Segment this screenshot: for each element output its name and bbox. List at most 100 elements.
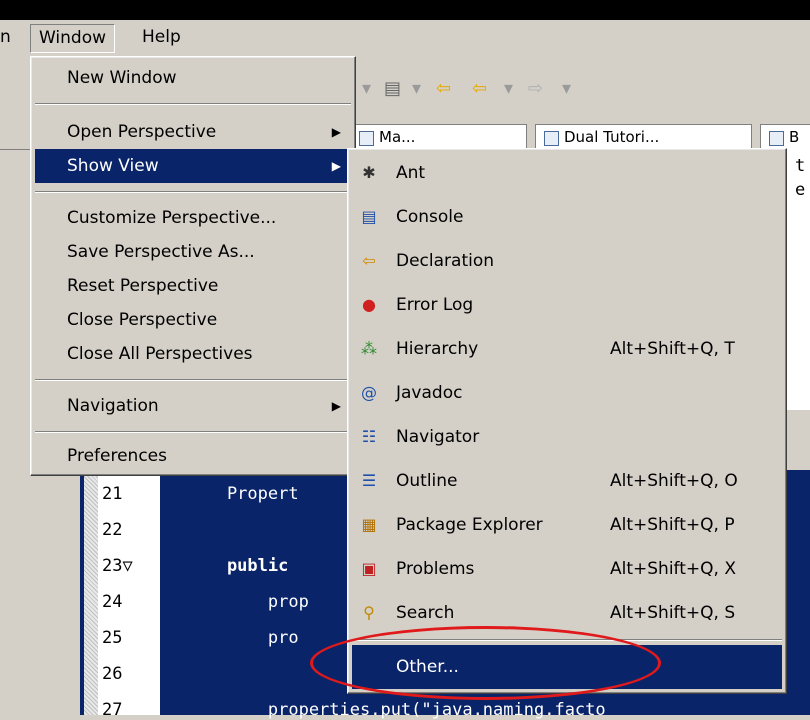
side-panel-area — [0, 470, 80, 715]
menu-item-shortcut: Alt+Shift+Q, P — [610, 515, 735, 535]
code-line: prop — [186, 592, 309, 612]
menu-item-label: Reset Perspective — [67, 276, 219, 296]
view-item-declaration[interactable]: ⇦ Declaration — [352, 239, 782, 283]
menu-separator — [35, 379, 351, 381]
menu-item-shortcut: Alt+Shift+Q, X — [610, 559, 736, 579]
package-explorer-icon: ▦ — [361, 515, 377, 534]
menu-item-show-view[interactable]: Show View ▶ — [35, 149, 351, 183]
menu-item-shortcut: Alt+Shift+Q, O — [610, 471, 738, 491]
toolbar-dropdown-icon[interactable]: ▾ — [504, 78, 513, 99]
menu-item-shortcut: Alt+Shift+Q, S — [610, 603, 736, 623]
view-item-error-log[interactable]: ● Error Log — [352, 283, 782, 327]
menu-item-save-perspective-as[interactable]: Save Perspective As... — [35, 235, 351, 269]
menu-item-label: Outline — [396, 471, 458, 491]
tab-view[interactable]: B — [760, 124, 810, 151]
menu-item-label: Problems — [396, 559, 475, 579]
submenu-arrow-icon: ▶ — [331, 159, 341, 173]
menu-item-navigation[interactable]: Navigation ▶ — [35, 389, 351, 423]
menu-item-label: Save Perspective As... — [67, 242, 255, 262]
view-item-javadoc[interactable]: @ Javadoc — [352, 371, 782, 415]
tab-label: Ma... — [379, 128, 416, 146]
menu-item-label: Navigation — [67, 396, 159, 416]
code-line: public — [186, 556, 299, 576]
menu-item-close-all-perspectives[interactable]: Close All Perspectives — [35, 337, 351, 371]
outline-icon: ☰ — [361, 471, 377, 490]
code-line: Propert — [186, 484, 299, 504]
view-item-console[interactable]: ▤ Console — [352, 195, 782, 239]
toolbar-annotation-icon[interactable]: ▤ — [384, 78, 401, 99]
menu-item-label: Show View — [67, 156, 159, 176]
tab-label: Dual Tutori... — [564, 128, 660, 146]
menu-item-label: Error Log — [396, 295, 474, 315]
menu-item-label: Ant — [396, 163, 426, 183]
view-tab-icon — [359, 131, 374, 146]
line-number: 25 — [102, 628, 123, 648]
menu-item-label: Declaration — [396, 251, 495, 271]
menu-bar: n Window Help — [0, 20, 810, 56]
menu-item-label: Package Explorer — [396, 515, 543, 535]
line-number: 21 — [102, 484, 123, 504]
code-line: pro — [186, 628, 299, 648]
menu-item-customize-perspective[interactable]: Customize Perspective... — [35, 201, 351, 235]
menu-item-preferences[interactable]: Preferences — [35, 439, 351, 473]
menu-item-label: Javadoc — [396, 383, 463, 403]
window-menu: New Window Open Perspective ▶ Show View … — [30, 56, 356, 476]
line-number: 22 — [102, 520, 123, 540]
code-fragment: e — [795, 180, 806, 200]
last-edit-location-icon[interactable]: ⇦ — [436, 78, 451, 99]
view-item-package-explorer[interactable]: ▦ Package Explorer Alt+Shift+Q, P — [352, 503, 782, 547]
menu-window[interactable]: Window — [30, 24, 116, 53]
view-item-outline[interactable]: ☰ Outline Alt+Shift+Q, O — [352, 459, 782, 503]
menu-item-label: Preferences — [67, 446, 167, 466]
toolbar-dropdown-icon[interactable]: ▾ — [412, 78, 421, 99]
code-line: properties.put("java.naming.facto — [186, 700, 606, 720]
toolbar-dropdown-icon[interactable]: ▾ — [362, 78, 371, 99]
editor-gutter — [84, 470, 98, 715]
menu-item-label: Navigator — [396, 427, 480, 447]
menu-item-reset-perspective[interactable]: Reset Perspective — [35, 269, 351, 303]
error-log-icon: ● — [362, 295, 376, 314]
show-view-submenu: ✱ Ant ▤ Console ⇦ Declaration ● Error Lo… — [347, 148, 787, 694]
toolbar-dropdown-icon[interactable]: ▾ — [562, 78, 571, 99]
view-tab-icon — [544, 131, 559, 146]
view-item-navigator[interactable]: ☷ Navigator — [352, 415, 782, 459]
back-arrow-icon[interactable]: ⇦ — [472, 78, 487, 99]
tab-label: B — [789, 128, 800, 146]
menu-separator — [35, 431, 351, 433]
console-icon: ▤ — [361, 207, 377, 226]
declaration-icon: ⇦ — [362, 251, 376, 270]
line-number: 26 — [102, 664, 123, 684]
javadoc-icon: @ — [361, 383, 377, 402]
submenu-arrow-icon: ▶ — [331, 399, 341, 413]
menu-item-label: Open Perspective — [67, 122, 217, 142]
view-item-hierarchy[interactable]: ⁂ Hierarchy Alt+Shift+Q, T — [352, 327, 782, 371]
line-number: 27 — [102, 700, 123, 720]
search-icon: ⚲ — [363, 603, 375, 622]
menu-separator — [35, 191, 351, 193]
menu-help[interactable]: Help — [134, 24, 189, 51]
view-item-ant[interactable]: ✱ Ant — [352, 151, 782, 195]
menu-bar-partial-item[interactable]: n — [0, 24, 11, 51]
window-top-strip — [0, 0, 810, 20]
view-item-problems[interactable]: ▣ Problems Alt+Shift+Q, X — [352, 547, 782, 591]
tab-view[interactable]: Ma... — [350, 124, 527, 151]
tab-view[interactable]: Dual Tutori... — [535, 124, 752, 151]
menu-item-label: New Window — [67, 68, 177, 88]
menu-item-label: Hierarchy — [396, 339, 479, 359]
menu-item-label: Close All Perspectives — [67, 344, 253, 364]
line-number: 23▽ — [102, 556, 133, 576]
menu-item-new-window[interactable]: New Window — [35, 61, 351, 95]
submenu-arrow-icon: ▶ — [331, 125, 341, 139]
menu-item-open-perspective[interactable]: Open Perspective ▶ — [35, 115, 351, 149]
problems-icon: ▣ — [361, 559, 377, 578]
code-fragment: t — [795, 156, 806, 176]
forward-arrow-icon[interactable]: ⇨ — [528, 78, 543, 99]
line-number: 24 — [102, 592, 123, 612]
menu-item-label: Customize Perspective... — [67, 208, 277, 228]
ant-icon: ✱ — [362, 163, 376, 182]
navigator-icon: ☷ — [361, 427, 377, 446]
menu-separator — [35, 103, 351, 105]
menu-item-label: Close Perspective — [67, 310, 218, 330]
menu-item-close-perspective[interactable]: Close Perspective — [35, 303, 351, 337]
hierarchy-icon: ⁂ — [361, 339, 377, 358]
